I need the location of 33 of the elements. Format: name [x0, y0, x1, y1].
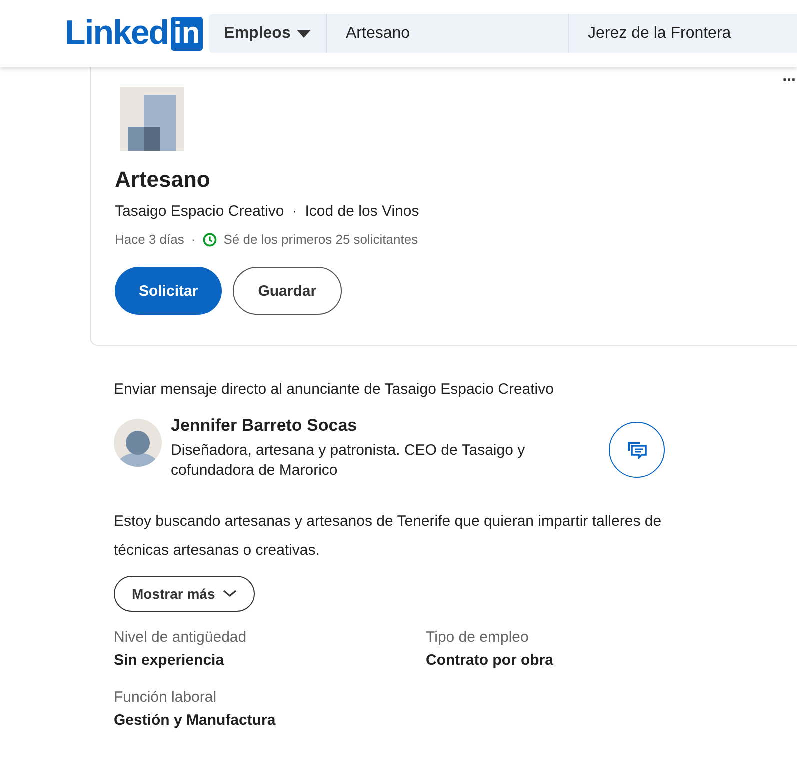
show-more-button[interactable]: Mostrar más	[114, 576, 256, 612]
job-description: Estoy buscando artesanas y artesanos de Tenerife que quieran impartir talleres de técnicas artesanas o creativas.	[114, 512, 663, 561]
clock-icon	[202, 232, 217, 246]
recruiter-name[interactable]: Jennifer Barreto Socas	[171, 416, 561, 436]
chevron-down-icon	[223, 590, 238, 598]
section-heading: Enviar mensaje directo al anunciante de Tasaigo Espacio Creativo	[114, 381, 555, 398]
separator-dot: ·	[191, 232, 196, 247]
logo-badge: in	[170, 16, 204, 50]
criteria-label: Función laboral	[114, 689, 218, 706]
category-dropdown[interactable]: Empleos	[209, 14, 327, 53]
location-field[interactable]: Jerez de la Frontera	[569, 14, 797, 53]
company-name: Tasaigo Espacio Creativo	[115, 203, 284, 220]
recruiter-headline: Diseñadora, artesana y patronista. CEO de Tasaigo y cofundadora de Marorico	[171, 441, 526, 481]
separator-dot: ·	[292, 203, 298, 220]
criteria-value: Contrato por obra	[426, 652, 554, 669]
chat-icon	[627, 441, 647, 459]
job-title: Artesano	[115, 167, 212, 193]
apply-button[interactable]: Solicitar	[115, 267, 222, 315]
logo-text: Linked	[65, 14, 169, 53]
save-button[interactable]: Guardar	[233, 267, 342, 315]
criteria-value: Gestión y Manufactura	[114, 712, 277, 729]
company-logo-icon	[120, 87, 184, 151]
criteria-label: Nivel de antigüedad	[114, 629, 248, 646]
applicant-count: Sé de los primeros 25 solicitantes	[224, 232, 418, 247]
criteria-label: Tipo de empleo	[426, 629, 530, 646]
job-location: Icod de los Vinos	[305, 203, 420, 220]
avatar-icon	[114, 419, 162, 467]
criteria-value: Sin experiencia	[114, 652, 226, 669]
logo[interactable]: Linked in	[65, 14, 209, 53]
more-button[interactable]: ...	[782, 69, 796, 85]
keyword-field[interactable]: Artesano	[327, 14, 569, 53]
caret-icon	[296, 30, 311, 38]
posted-time: Hace 3 días	[115, 232, 184, 247]
